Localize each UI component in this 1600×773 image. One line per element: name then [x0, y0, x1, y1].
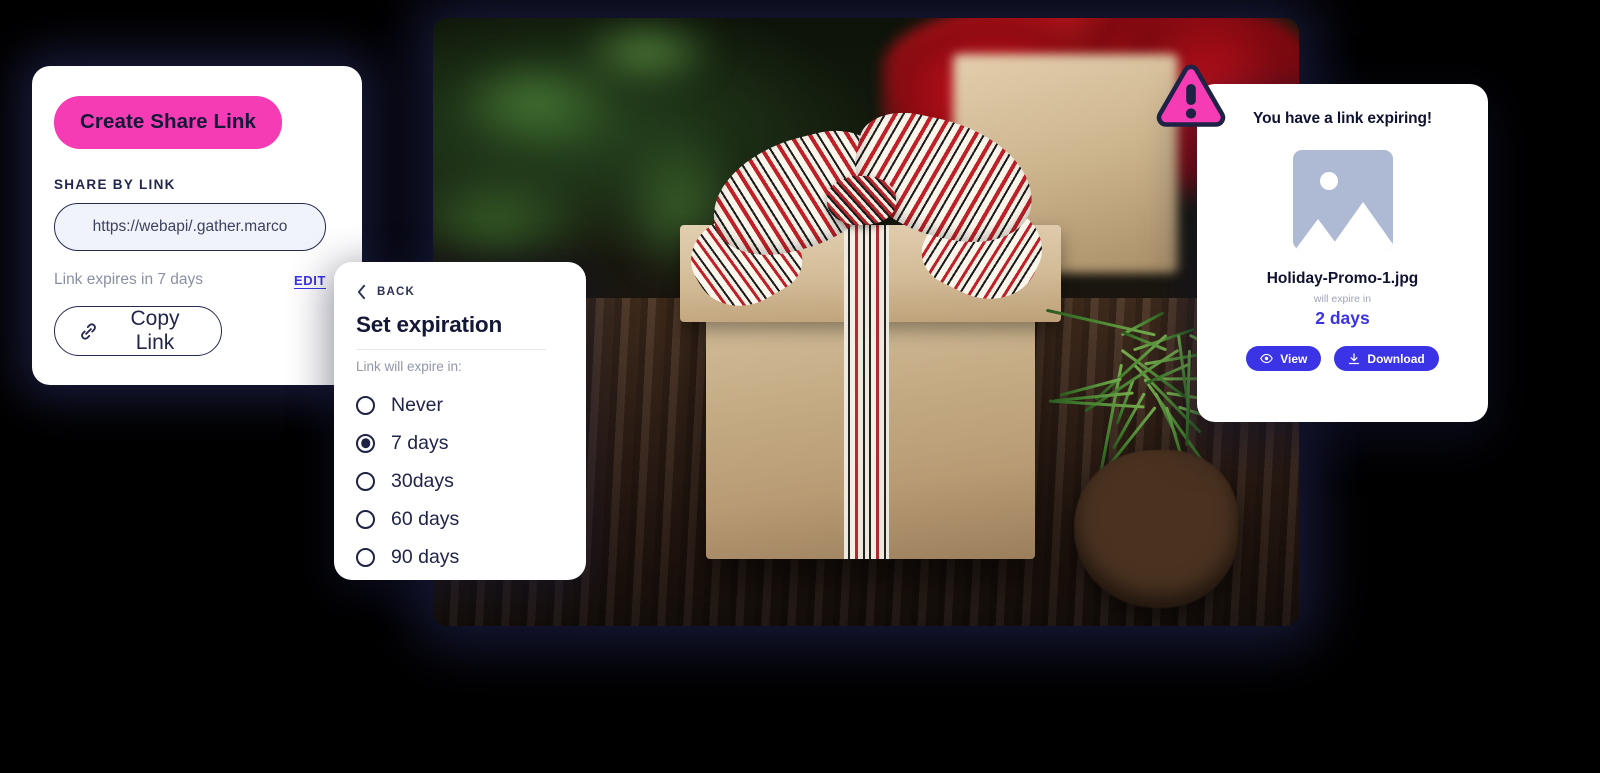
screenshot-stage: Create Share Link SHARE BY LINK Link exp…	[0, 0, 1600, 773]
view-button[interactable]: View	[1246, 346, 1322, 371]
will-expire-in-label: will expire in	[1313, 293, 1372, 305]
link-expiring-notification-card: You have a link expiring! Holiday-Promo-…	[1197, 84, 1488, 422]
link-chain-icon	[77, 320, 100, 343]
expiration-option-30days[interactable]: 30days	[356, 462, 564, 500]
radio-button[interactable]	[356, 509, 375, 529]
expiration-option-90-days[interactable]: 90 days	[356, 538, 564, 576]
create-share-link-button[interactable]: Create Share Link	[54, 96, 283, 149]
warning-triangle-icon	[1153, 62, 1229, 132]
radio-label: 30days	[391, 469, 454, 492]
radio-label: 60 days	[391, 507, 460, 530]
download-label: Download	[1367, 351, 1425, 366]
expiry-row: Link expires in 7 days EDIT	[54, 271, 326, 289]
copy-link-button[interactable]: Copy Link	[54, 306, 222, 356]
copy-link-label: Copy Link	[130, 307, 180, 354]
placeholder-mountain-big	[1328, 202, 1393, 250]
title-divider	[356, 349, 546, 350]
expire-days-value: 2 days	[1315, 308, 1370, 328]
radio-button[interactable]	[356, 433, 375, 453]
back-button[interactable]: BACK	[356, 284, 564, 300]
edit-expiry-link[interactable]: EDIT	[294, 273, 326, 288]
radio-label: 90 days	[391, 545, 460, 568]
share-link-input[interactable]	[54, 203, 326, 251]
image-placeholder-icon	[1292, 150, 1393, 250]
gift-vertical-ribbon	[844, 224, 890, 560]
notification-actions: View Download	[1215, 346, 1470, 371]
radio-button[interactable]	[356, 547, 375, 567]
radio-label: Never	[391, 393, 444, 416]
expiration-option-7-days[interactable]: 7 days	[356, 424, 564, 462]
share-link-card: Create Share Link SHARE BY LINK Link exp…	[32, 66, 362, 385]
download-button[interactable]: Download	[1334, 346, 1439, 371]
link-expiry-text: Link expires in 7 days	[54, 271, 204, 288]
radio-button[interactable]	[356, 471, 375, 491]
eye-icon	[1260, 353, 1274, 364]
back-label: BACK	[377, 286, 416, 298]
set-expiration-title: Set expiration	[356, 312, 502, 337]
expire-in-label: Link will expire in:	[356, 359, 462, 374]
view-label: View	[1280, 351, 1308, 366]
expiration-options-list: Never 7 days 30days 60 days 90 days	[356, 386, 564, 576]
placeholder-sun	[1319, 172, 1338, 190]
download-arrow-icon	[1348, 352, 1360, 365]
bow-knot	[827, 176, 897, 225]
file-name-label: Holiday-Promo-1.jpg	[1266, 270, 1419, 287]
chevron-left-icon	[356, 284, 367, 300]
expiration-option-never[interactable]: Never	[356, 386, 564, 424]
set-expiration-card: BACK Set expiration Link will expire in:…	[334, 262, 586, 580]
radio-button[interactable]	[356, 395, 375, 415]
radio-label: 7 days	[391, 431, 449, 454]
notification-title: You have a link expiring!	[1253, 110, 1432, 127]
share-by-link-label: SHARE BY LINK	[54, 177, 176, 192]
expiration-option-60-days[interactable]: 60 days	[356, 500, 564, 538]
pinecone	[1073, 449, 1239, 608]
